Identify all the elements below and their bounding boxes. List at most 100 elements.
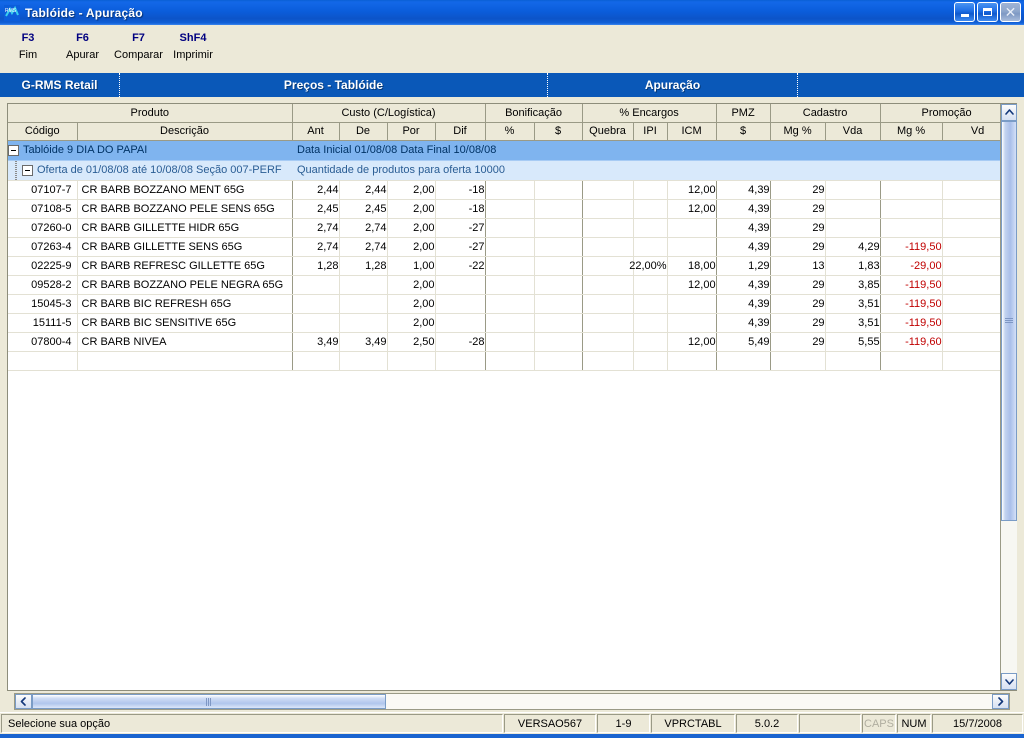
scroll-right-button[interactable] <box>992 694 1009 709</box>
fkey-apurar-label: Apurar <box>65 49 100 61</box>
table-row[interactable]: 15111-5 CR BARB BIC SENSITIVE 65G 2,00 4… <box>8 313 1000 333</box>
column-promocao-mg[interactable]: Mg % <box>880 122 943 141</box>
group-row-tabloide-detail: Data Inicial 01/08/08 Data Final 10/08/0… <box>292 140 1000 161</box>
table-row[interactable]: 07260-0 CR BARB GILLETTE HIDR 65G 2,74 2… <box>8 218 1000 238</box>
cell-icm <box>667 218 717 238</box>
minimize-button[interactable] <box>954 2 975 22</box>
close-button[interactable]: ✕ <box>1000 2 1021 22</box>
horizontal-scrollbar[interactable] <box>14 693 1010 710</box>
column-custo-ant[interactable]: Ant <box>292 122 340 141</box>
cell-custo-ant: 2,74 <box>292 218 340 238</box>
cell-custo-dif <box>435 313 486 333</box>
group-row-tabloide[interactable]: Tablóide 9 DIA DO PAPAI Data Inicial 01/… <box>8 140 1000 161</box>
status-program: VPRCTABL <box>651 714 735 733</box>
cell-codigo: 07263-4 <box>8 237 78 257</box>
cell-ipi <box>633 275 668 295</box>
cell-custo-por: 2,00 <box>387 294 436 314</box>
cell-ipi <box>633 180 668 200</box>
cell-promocao-mg: -119,60 <box>880 332 943 352</box>
cell-custo-ant: 2,74 <box>292 237 340 257</box>
cell-custo-dif: -18 <box>435 180 486 200</box>
grid-container: Produto Custo (C/Logística) Bonificação … <box>0 97 1024 712</box>
group-row-oferta-detail: Quantidade de produtos para oferta 10000 <box>292 160 1000 181</box>
fkey-apurar[interactable]: F6 Apurar <box>55 31 110 62</box>
cell-promocao-mg <box>880 199 943 219</box>
cell-pmz: 1,29 <box>716 256 771 276</box>
cell-bonif-valor <box>534 199 583 219</box>
collapse-icon-tabloide[interactable] <box>8 144 19 156</box>
grid-scroll-area[interactable]: Produto Custo (C/Logística) Bonificação … <box>8 104 1000 690</box>
cell-ipi <box>633 313 668 333</box>
cell-bonif-pct <box>485 180 535 200</box>
cell-custo-por: 2,00 <box>387 313 436 333</box>
maximize-button[interactable] <box>977 2 998 22</box>
column-quebra[interactable]: Quebra <box>582 122 634 141</box>
column-icm[interactable]: ICM <box>667 122 717 141</box>
application-window: RMS Tablóide - Apuração ✕ F3 Fim F6 Apur… <box>0 0 1024 738</box>
column-ipi[interactable]: IPI <box>633 122 668 141</box>
cell-custo-ant: 3,49 <box>292 332 340 352</box>
scroll-down-button[interactable] <box>1001 673 1017 690</box>
column-cadastro-vda[interactable]: Vda <box>825 122 881 141</box>
header-group-produto[interactable]: Produto <box>8 104 293 123</box>
horizontal-scroll-thumb[interactable] <box>32 694 386 709</box>
tab-precos-tabloide[interactable]: Preços - Tablóide <box>120 73 548 97</box>
svg-text:RMS: RMS <box>5 8 17 14</box>
column-custo-por[interactable]: Por <box>387 122 436 141</box>
column-bonif-pct[interactable]: % <box>485 122 535 141</box>
cell-custo-de <box>339 275 388 295</box>
group-row-oferta[interactable]: Oferta de 01/08/08 até 10/08/08 Seção 00… <box>8 160 1000 181</box>
tab-strip-filler <box>798 73 1024 97</box>
cell-promocao-vda <box>942 199 1000 219</box>
column-custo-dif[interactable]: Dif <box>435 122 486 141</box>
fkey-fim[interactable]: F3 Fim <box>6 31 50 62</box>
column-codigo[interactable]: Código <box>8 122 78 141</box>
cell-ipi <box>633 218 668 238</box>
vertical-scrollbar[interactable] <box>1000 104 1017 690</box>
cell-quebra <box>582 199 634 219</box>
tab-g-rms-retail[interactable]: G-RMS Retail <box>0 73 120 97</box>
column-custo-de[interactable]: De <box>339 122 388 141</box>
table-row[interactable]: 09528-2 CR BARB BOZZANO PELE NEGRA 65G 2… <box>8 275 1000 295</box>
cell-bonif-pct <box>485 237 535 257</box>
collapse-icon-oferta[interactable] <box>22 164 33 176</box>
header-group-promocao[interactable]: Promoção <box>880 104 1000 123</box>
cell-codigo: 07800-4 <box>8 332 78 352</box>
header-group-pmz[interactable]: PMZ <box>716 104 771 123</box>
table-row[interactable]: 02225-9 CR BARB REFRESC GILLETTE 65G 1,2… <box>8 256 1000 276</box>
scroll-left-button[interactable] <box>15 694 32 709</box>
cell-quebra <box>582 332 634 352</box>
cell-icm: 18,00 <box>667 256 717 276</box>
tab-apuracao[interactable]: Apuração <box>548 73 798 97</box>
table-row[interactable]: 07263-4 CR BARB GILLETTE SENS 65G 2,74 2… <box>8 237 1000 257</box>
close-icon: ✕ <box>1004 4 1017 20</box>
cell-promocao-vda <box>942 237 1000 257</box>
cell-cadastro-vda <box>825 199 881 219</box>
cell-pmz: 4,39 <box>716 313 771 333</box>
table-row[interactable]: 07800-4 CR BARB NIVEA 3,49 3,49 2,50 -28 <box>8 332 1000 352</box>
scroll-up-button[interactable] <box>1001 104 1017 121</box>
table-row[interactable]: 07107-7 CR BARB BOZZANO MENT 65G 2,44 2,… <box>8 180 1000 200</box>
horizontal-scroll-track[interactable] <box>32 694 992 709</box>
column-bonif-valor[interactable]: $ <box>534 122 583 141</box>
cell-bonif-pct <box>485 332 535 352</box>
column-promocao-vda[interactable]: Vd <box>942 122 1000 141</box>
table-row[interactable]: 15045-3 CR BARB BIC REFRESH 65G 2,00 4,3… <box>8 294 1000 314</box>
table-row[interactable]: 07108-5 CR BARB BOZZANO PELE SENS 65G 2,… <box>8 199 1000 219</box>
column-descricao[interactable]: Descrição <box>77 122 293 141</box>
fkey-imprimir[interactable]: ShF4 Imprimir <box>167 31 219 62</box>
header-group-encargos[interactable]: % Encargos <box>582 104 717 123</box>
cell-quebra <box>582 180 634 200</box>
column-cadastro-mg[interactable]: Mg % <box>770 122 826 141</box>
header-group-custo[interactable]: Custo (C/Logística) <box>292 104 486 123</box>
fkey-comparar[interactable]: F7 Comparar <box>110 31 167 62</box>
vertical-scroll-track[interactable] <box>1001 121 1017 673</box>
cell-promocao-vda <box>942 256 1000 276</box>
cell-descricao: CR BARB NIVEA <box>77 332 293 352</box>
column-pmz-valor[interactable]: $ <box>716 122 771 141</box>
header-group-bonificacao[interactable]: Bonificação <box>485 104 583 123</box>
fkey-imprimir-label: Imprimir <box>173 49 213 61</box>
cell-descricao: CR BARB GILLETTE SENS 65G <box>77 237 293 257</box>
vertical-scroll-thumb[interactable] <box>1001 121 1017 521</box>
header-group-cadastro[interactable]: Cadastro <box>770 104 881 123</box>
